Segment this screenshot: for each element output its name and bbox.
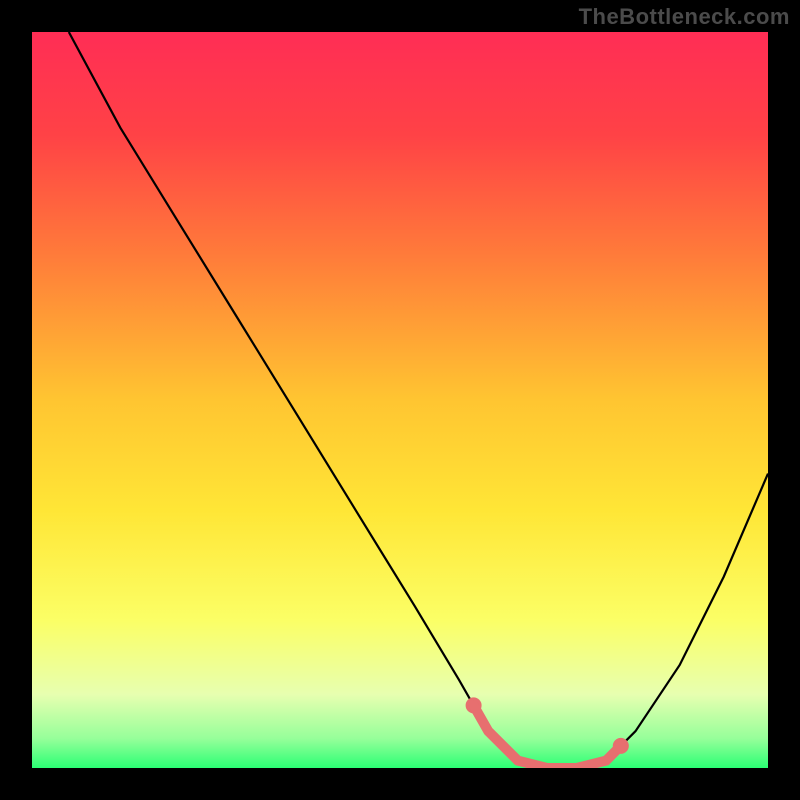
watermark-text: TheBottleneck.com: [579, 4, 790, 30]
gradient-background: [32, 32, 768, 768]
plot-area: [32, 32, 768, 768]
chart-svg: [32, 32, 768, 768]
highlight-end-dot: [613, 738, 629, 754]
chart-frame: TheBottleneck.com: [0, 0, 800, 800]
